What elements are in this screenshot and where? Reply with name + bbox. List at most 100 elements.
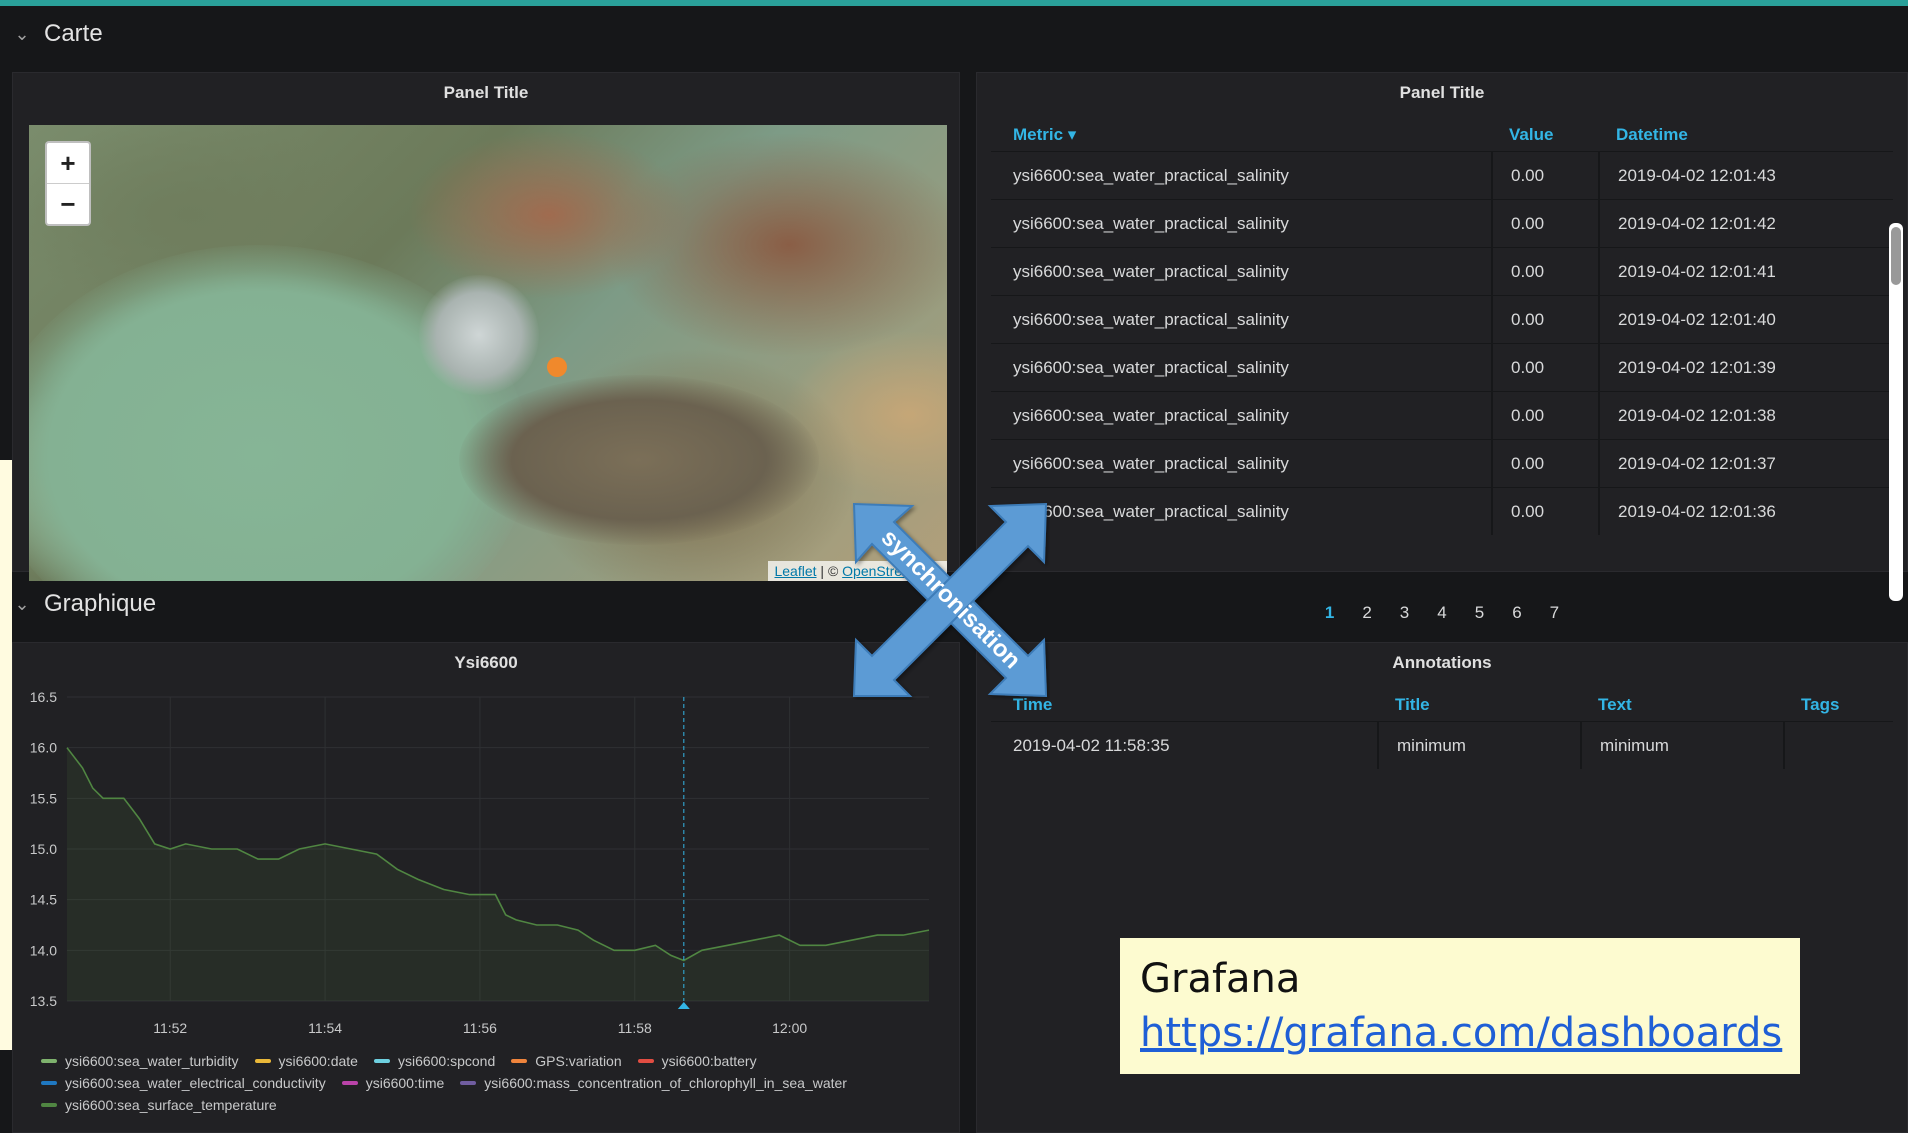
series-area (67, 747, 929, 1001)
legend-label: ysi6600:date (278, 1053, 358, 1069)
table-row: ysi6600:sea_water_practical_salinity 0.00… (991, 247, 1893, 295)
tags-cell (1783, 722, 1893, 769)
zoom-in-button[interactable]: + (47, 143, 89, 183)
callout-link[interactable]: https://grafana.com/dashboards (1140, 1010, 1782, 1056)
y-tick-label: 13.5 (30, 993, 57, 1009)
legend-label: GPS:variation (535, 1053, 622, 1069)
value-cell: 0.00 (1491, 296, 1598, 343)
legend-item[interactable]: ysi6600:spcond (373, 1053, 496, 1069)
text-cell: minimum (1580, 722, 1783, 769)
legend-item[interactable]: ysi6600:sea_water_turbidity (41, 1053, 239, 1069)
legend-item[interactable]: ysi6600:battery (637, 1053, 757, 1069)
column-header-datetime[interactable]: Datetime (1598, 119, 1888, 151)
page-link[interactable]: 2 (1362, 603, 1371, 623)
annotation-marker-icon (677, 1002, 690, 1009)
legend-label: ysi6600:sea_surface_temperature (65, 1097, 277, 1113)
metric-cell: ysi6600:sea_water_practical_salinity (1013, 309, 1289, 329)
page-link[interactable]: 1 (1325, 603, 1334, 623)
datetime-cell: 2019-04-02 12:01:39 (1598, 344, 1888, 391)
legend-swatch (460, 1081, 477, 1085)
left-edge-strip (0, 460, 12, 1050)
value-cell: 0.00 (1491, 440, 1598, 487)
map-marker[interactable] (547, 357, 567, 377)
value-cell: 0.00 (1491, 152, 1598, 199)
datetime-cell: 2019-04-02 12:01:37 (1598, 440, 1888, 487)
page-link[interactable]: 7 (1550, 603, 1559, 623)
page-link[interactable]: 6 (1512, 603, 1521, 623)
legend-item[interactable]: ysi6600:mass_concentration_of_chlorophyl… (460, 1075, 847, 1091)
page-link[interactable]: 4 (1437, 603, 1446, 623)
page-link[interactable]: 5 (1475, 603, 1484, 623)
town-area (459, 375, 819, 545)
row-header-carte[interactable]: ⌄ Carte (12, 4, 103, 64)
panel-title: Panel Title (1399, 83, 1485, 102)
datetime-cell: 2019-04-02 12:01:43 (1598, 152, 1888, 199)
table-row: ysi6600:sea_water_practical_salinity 0.00… (991, 295, 1893, 343)
panel-title: Annotations (1392, 653, 1492, 672)
legend-label: ysi6600:battery (661, 1053, 757, 1069)
legend-swatch (373, 1059, 390, 1063)
annotations-table: Time Title Text Tags 2019-04-02 11:58:35… (991, 689, 1893, 769)
table-row: ysi6600:sea_water_practical_salinity 0.00… (991, 343, 1893, 391)
metric-cell: ysi6600:sea_water_practical_salinity (1013, 261, 1289, 281)
table-row[interactable]: 2019-04-02 11:58:35 minimum minimum (991, 721, 1893, 769)
table-row: ysi6600:sea_water_practical_salinity 0.00… (991, 439, 1893, 487)
metric-cell: ysi6600:sea_water_practical_salinity (1013, 405, 1289, 425)
table-row: ysi6600:sea_water_practical_salinity 0.00… (991, 151, 1893, 199)
synchronisation-arrow-icon: synchronisation (852, 502, 1048, 698)
row-header-graphique[interactable]: ⌄ Graphique (12, 574, 156, 634)
column-header-title[interactable]: Title (1377, 689, 1580, 721)
zoom-out-button[interactable]: − (47, 183, 89, 224)
attribution-separator: | © (816, 563, 843, 579)
column-header-text[interactable]: Text (1580, 689, 1783, 721)
value-cell: 0.00 (1491, 248, 1598, 295)
legend-label: ysi6600:spcond (397, 1053, 496, 1069)
datetime-cell: 2019-04-02 12:01:40 (1598, 296, 1888, 343)
legend-swatch (511, 1059, 528, 1063)
column-header-value[interactable]: Value (1491, 119, 1598, 151)
harbor-area (419, 275, 539, 395)
legend-item[interactable]: ysi6600:date (254, 1053, 358, 1069)
row-title: Carte (44, 20, 103, 47)
map-zoom-control: + − (45, 141, 91, 226)
page-link[interactable]: 3 (1400, 603, 1409, 623)
table-scrollbar[interactable] (1889, 223, 1903, 601)
legend-swatch (41, 1103, 57, 1107)
legend-label: ysi6600:mass_concentration_of_chlorophyl… (484, 1075, 847, 1091)
column-header-metric[interactable]: Metric ▾ (991, 119, 1491, 151)
panel-title: Panel Title (443, 83, 529, 102)
metric-cell: ysi6600:sea_water_practical_salinity (1013, 213, 1289, 233)
metric-cell: ysi6600:sea_water_practical_salinity (1013, 453, 1289, 473)
legend-item[interactable]: ysi6600:sea_water_electrical_conductivit… (41, 1075, 326, 1091)
datetime-cell: 2019-04-02 12:01:38 (1598, 392, 1888, 439)
callout-title: Grafana (1140, 956, 1301, 1002)
table-panel: Panel Title Metric ▾ Value Datetime ysi6… (976, 72, 1908, 622)
table-pagination: 1 2 3 4 5 6 7 (977, 603, 1907, 623)
column-header-tags[interactable]: Tags (1783, 689, 1893, 721)
title-cell: minimum (1377, 722, 1580, 769)
value-cell: 0.00 (1491, 200, 1598, 247)
line-chart[interactable]: 16.5 16.0 15.5 15.0 14.5 14.0 13.5 11:52 11:54 11… (13, 683, 961, 1063)
datetime-cell: 2019-04-02 12:01:42 (1598, 200, 1888, 247)
table-row: ysi6600:sea_water_practical_salinity 0.00… (991, 199, 1893, 247)
legend-item[interactable]: ysi6600:sea_surface_temperature (41, 1097, 277, 1113)
legend-label: ysi6600:sea_water_electrical_conductivit… (65, 1075, 326, 1091)
legend-label: ysi6600:sea_water_turbidity (65, 1053, 239, 1069)
legend-item[interactable]: GPS:variation (511, 1053, 622, 1069)
table-body: 2019-04-02 11:58:35 minimum minimum (991, 721, 1893, 769)
x-tick-label: 12:00 (772, 1020, 807, 1036)
grafana-callout: Grafana https://grafana.com/dashboards (1120, 938, 1800, 1074)
value-cell: 0.00 (1491, 344, 1598, 391)
legend-swatch (637, 1059, 654, 1063)
scrollbar-thumb[interactable] (1891, 227, 1901, 285)
legend-item[interactable]: ysi6600:time (341, 1075, 444, 1091)
metric-table: Metric ▾ Value Datetime ysi6600:sea_wate… (991, 119, 1893, 535)
time-cell: 2019-04-02 11:58:35 (1013, 735, 1170, 755)
row-title: Graphique (44, 590, 157, 617)
datetime-cell: 2019-04-02 12:01:36 (1598, 488, 1888, 535)
table-row: ysi6600:sea_water_practical_salinity 0.00… (991, 391, 1893, 439)
legend-swatch (254, 1059, 271, 1063)
leaflet-link[interactable]: Leaflet (774, 563, 816, 579)
table-header-row: Time Title Text Tags (991, 689, 1893, 721)
satellite-map[interactable]: + − Leaflet | © OpenStreetMap (29, 125, 947, 581)
